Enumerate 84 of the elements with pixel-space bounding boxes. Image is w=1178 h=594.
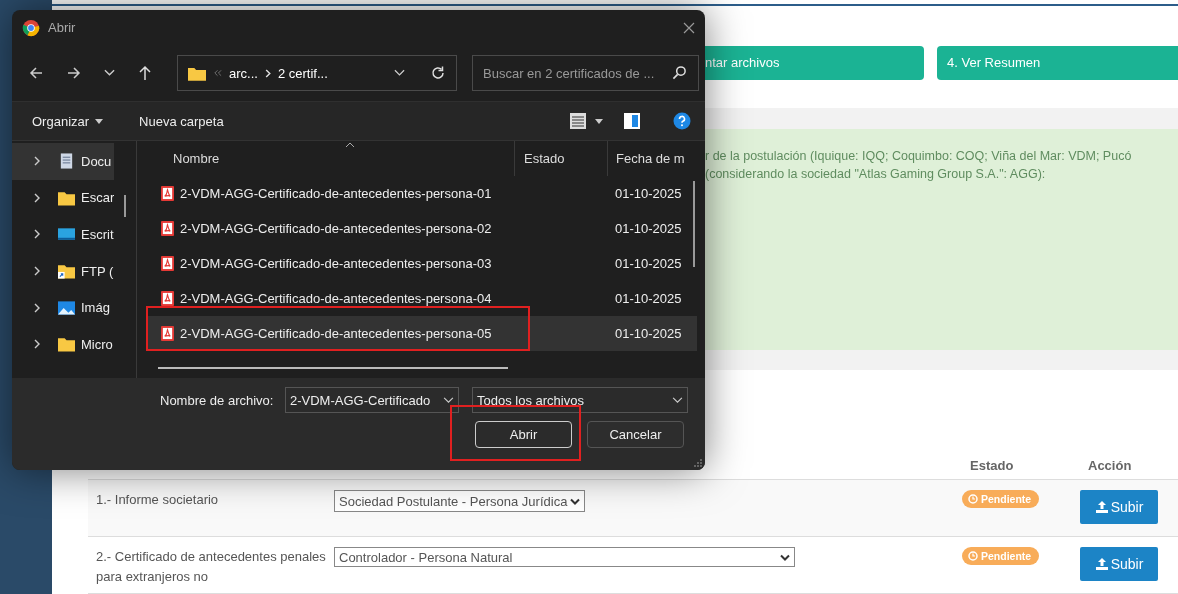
chevron-down-icon[interactable] — [394, 69, 405, 77]
status-badge: Pendiente — [962, 490, 1040, 508]
column-header[interactable]: Estado — [514, 141, 607, 176]
nav-item[interactable]: Escrit — [12, 216, 114, 253]
folder-icon — [188, 65, 206, 81]
filetype-dropdown[interactable]: Todos los archivos — [472, 387, 688, 413]
organize-menu[interactable]: Organizar — [32, 113, 104, 129]
file-row[interactable]: 2-VDM-AGG-Certificado-de-antecedentes-persona-03 01-10-2025 — [148, 246, 697, 281]
upload-icon — [1094, 500, 1109, 514]
field-label: Nombre de archivo: — [160, 392, 275, 408]
scrollbar[interactable] — [124, 195, 126, 217]
role-select[interactable]: Controlador - Persona Natural — [334, 547, 795, 567]
address-bar[interactable]: arc... 2 certif... — [177, 55, 457, 91]
forward-icon[interactable] — [66, 65, 82, 81]
expand-icon[interactable] — [34, 339, 40, 350]
file-row[interactable]: 2-VDM-AGG-Certificado-de-antecedentes-persona-05 01-10-2025 — [148, 316, 697, 351]
notice-text: r de la postulación (Iquique: IQQ; Coquimbo: COQ; Viña del Mar: VDM; Pucó — [705, 148, 1133, 166]
chevron-right-icon[interactable] — [264, 68, 271, 78]
resize-grip[interactable] — [694, 459, 702, 467]
preview-pane-icon[interactable] — [623, 112, 641, 130]
chevron-down-icon — [443, 396, 454, 404]
breadcrumb[interactable]: 2 certif... — [277, 65, 328, 81]
column-header[interactable]: Fecha de m — [607, 141, 685, 176]
nav-item[interactable]: Docu — [12, 143, 114, 180]
column-header[interactable]: Nombre — [148, 141, 514, 176]
file-row[interactable]: 2-VDM-AGG-Certificado-de-antecedentes-persona-02 01-10-2025 — [148, 211, 697, 246]
expand-icon[interactable] — [34, 156, 40, 167]
pdf-icon — [161, 256, 174, 271]
chevrons-icon[interactable] — [213, 69, 222, 77]
search-field[interactable]: Buscar en 2 certificados de ... — [472, 55, 699, 91]
file-row[interactable]: 2-VDM-AGG-Certificado-de-antecedentes-persona-01 01-10-2025 — [148, 176, 697, 211]
scrollbar[interactable] — [158, 367, 508, 369]
file-row[interactable]: 2-VDM-AGG-Certificado-de-antecedentes-persona-04 01-10-2025 — [148, 281, 697, 316]
document-name: 2.- Certificado de antecedentes penales para extranjeros no — [95, 548, 327, 586]
upload-icon — [1094, 557, 1109, 571]
chevron-down-icon — [672, 396, 683, 404]
pdf-icon — [161, 221, 174, 236]
help-icon[interactable] — [673, 112, 691, 130]
chevron-down-icon — [780, 553, 790, 561]
notice-text: (considerando la sociedad "Atlas Gaming Group S.A.": AGG): — [705, 166, 1047, 184]
column-header: Estado — [970, 458, 1015, 473]
search-icon — [672, 65, 687, 80]
nav-item[interactable]: Imág — [12, 289, 114, 326]
expand-icon[interactable] — [34, 192, 40, 203]
clock-icon — [968, 494, 978, 504]
back-icon[interactable] — [28, 65, 44, 81]
view-list-icon[interactable] — [569, 112, 587, 130]
refresh-icon[interactable] — [430, 65, 446, 81]
role-select[interactable]: Sociedad Postulante - Persona Jurídica — [334, 490, 586, 512]
column-header: Acción — [1088, 458, 1133, 473]
scrollbar[interactable] — [693, 181, 695, 267]
folder-icon — [58, 189, 75, 206]
dialog-button[interactable]: Cancelar — [587, 421, 684, 448]
picture-icon — [58, 299, 75, 316]
caret-icon[interactable] — [595, 118, 603, 124]
breadcrumb[interactable]: arc... — [229, 65, 258, 81]
expand-icon[interactable] — [34, 229, 40, 240]
status-badge: Pendiente — [962, 547, 1040, 565]
folder-icon — [58, 263, 75, 280]
clock-icon — [968, 551, 978, 561]
pdf-icon — [161, 326, 174, 341]
up-icon[interactable] — [137, 65, 153, 81]
filename-field[interactable]: 2-VDM-AGG-Certificado — [285, 387, 459, 413]
sort-icon[interactable] — [345, 142, 355, 148]
document-name: 1.- Informe societario — [95, 491, 220, 509]
folder-icon — [58, 336, 75, 353]
new-folder-button[interactable]: Nueva carpeta — [139, 113, 224, 129]
expand-icon[interactable] — [34, 302, 40, 313]
browser-icon — [22, 18, 40, 37]
chevron-down-icon — [570, 497, 581, 505]
upload-button[interactable]: Subir — [1080, 490, 1158, 524]
nav-item[interactable]: Micro — [12, 325, 114, 363]
nav-item[interactable]: FTP ( — [12, 252, 114, 290]
close-icon[interactable] — [683, 21, 695, 34]
pdf-icon — [161, 291, 174, 306]
expand-icon[interactable] — [34, 266, 40, 277]
dialog-button[interactable]: Abrir — [475, 421, 572, 448]
document-icon — [58, 153, 75, 170]
window-title: Abrir — [48, 20, 76, 35]
desktop-icon — [58, 226, 75, 243]
caret-icon — [95, 118, 104, 124]
nav-item[interactable]: Escar — [12, 179, 114, 217]
pdf-icon — [161, 186, 174, 201]
upload-button[interactable]: Subir — [1080, 547, 1158, 581]
